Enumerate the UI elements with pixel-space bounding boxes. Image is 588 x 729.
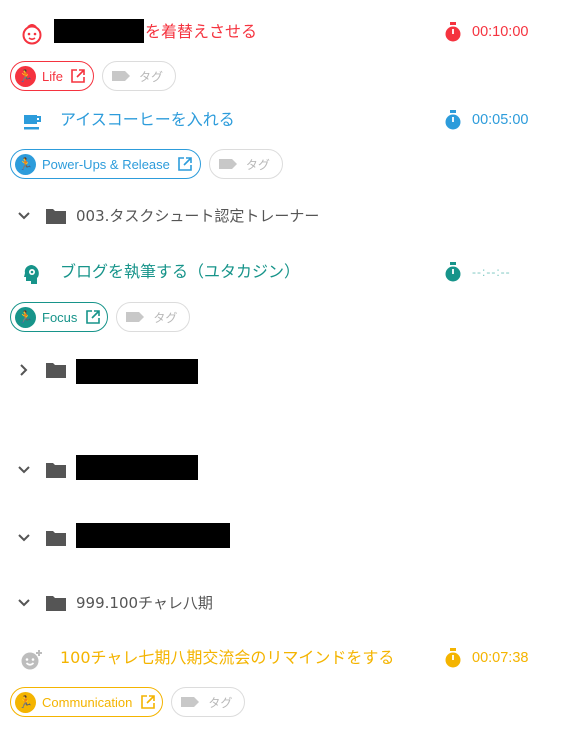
task-chip-row: 🏃 Focus タグ xyxy=(10,301,198,333)
task-timer[interactable]: 00:05:00 xyxy=(444,110,528,130)
task-title[interactable]: アイスコーヒーを入れる xyxy=(60,109,235,131)
folder-icon xyxy=(46,531,66,546)
folder-row[interactable]: 003.タスクシュート認定トレーナー xyxy=(0,200,588,232)
tag-placeholder: タグ xyxy=(245,157,270,172)
timer-value: 00:10:00 xyxy=(472,24,529,40)
redacted-block xyxy=(76,455,198,480)
project-chip[interactable]: 🏃 Communication xyxy=(10,687,164,717)
chevron-down-icon[interactable] xyxy=(17,531,31,545)
task-row[interactable]: アイスコーヒーを入れる 00:05:00 xyxy=(0,106,588,138)
external-link-icon[interactable] xyxy=(84,309,101,326)
tag-chip[interactable]: タグ xyxy=(208,149,283,179)
tag-chip[interactable]: タグ xyxy=(116,302,191,332)
baby-face-icon xyxy=(18,20,46,48)
project-chip[interactable]: 🏃 Power-Ups & Release xyxy=(10,149,201,179)
tag-placeholder: タグ xyxy=(153,310,178,325)
task-timer[interactable]: --:--:-- xyxy=(444,262,511,282)
task-row[interactable]: を着替えさせる 00:10:00 xyxy=(0,18,588,50)
runner-icon: 🏃 xyxy=(15,65,36,87)
project-label: Life xyxy=(42,68,63,84)
folder-icon xyxy=(46,209,66,224)
folder-row[interactable] xyxy=(0,354,588,386)
runner-icon: 🏃 xyxy=(15,153,36,175)
stopwatch-icon xyxy=(445,22,461,42)
tag-placeholder: タグ xyxy=(208,695,233,710)
tag-icon xyxy=(111,71,130,81)
task-row[interactable]: 100チャレ七期八期交流会のリマインドをする 00:07:38 xyxy=(0,644,588,676)
runner-icon: 🏃 xyxy=(15,306,36,328)
task-row[interactable]: ブログを執筆する（ユタカジン） --:--:-- xyxy=(0,258,588,290)
folder-name[interactable]: 003.タスクシュート認定トレーナー xyxy=(76,206,319,226)
task-chip-row: 🏃 Life タグ xyxy=(10,60,184,92)
project-label: Communication xyxy=(42,694,133,710)
project-label: Power-Ups & Release xyxy=(42,156,170,172)
tag-placeholder: タグ xyxy=(138,69,163,84)
chevron-down-icon[interactable] xyxy=(17,463,31,477)
folder-row[interactable] xyxy=(0,452,588,484)
head-gear-icon xyxy=(18,260,46,288)
add-emoji-icon xyxy=(18,646,46,674)
task-title[interactable]: ブログを執筆する（ユタカジン） xyxy=(60,261,300,283)
redacted-block xyxy=(76,523,230,548)
external-link-icon[interactable] xyxy=(177,156,194,173)
task-timer[interactable]: 00:10:00 xyxy=(444,22,528,42)
timer-value: --:--:-- xyxy=(472,265,511,279)
folder-icon xyxy=(46,463,66,478)
timer-value: 00:05:00 xyxy=(472,112,529,128)
runner-icon: 🏃 xyxy=(15,691,36,713)
external-link-icon[interactable] xyxy=(70,68,87,85)
folder-icon xyxy=(46,596,66,611)
task-title[interactable]: 100チャレ七期八期交流会のリマインドをする xyxy=(60,647,394,669)
redacted-block xyxy=(54,19,144,43)
chevron-down-icon[interactable] xyxy=(17,596,31,610)
tag-chip[interactable]: タグ xyxy=(101,61,176,91)
project-chip[interactable]: 🏃 Life xyxy=(10,61,94,91)
project-label: Focus xyxy=(42,309,78,325)
folder-row[interactable]: 999.100チャレ八期 xyxy=(0,585,588,617)
task-chip-row: 🏃 Communication タグ xyxy=(10,686,253,718)
tag-icon xyxy=(218,159,237,169)
stopwatch-icon xyxy=(445,648,461,668)
chevron-down-icon[interactable] xyxy=(17,209,31,223)
folder-name[interactable]: 999.100チャレ八期 xyxy=(76,593,213,613)
tag-chip[interactable]: タグ xyxy=(171,687,246,717)
project-chip[interactable]: 🏃 Focus xyxy=(10,302,109,332)
redacted-block xyxy=(76,359,198,384)
task-chip-row: 🏃 Power-Ups & Release タグ xyxy=(10,148,291,180)
task-timer[interactable]: 00:07:38 xyxy=(444,648,528,668)
timer-value: 00:07:38 xyxy=(472,650,529,666)
folder-row[interactable] xyxy=(0,520,588,552)
external-link-icon[interactable] xyxy=(139,694,156,711)
stopwatch-icon xyxy=(445,262,461,282)
tag-icon xyxy=(126,312,145,322)
task-title[interactable]: を着替えさせる xyxy=(145,21,257,43)
stopwatch-icon xyxy=(445,110,461,130)
tag-icon xyxy=(181,697,200,707)
chevron-right-icon[interactable] xyxy=(17,363,31,377)
folder-icon xyxy=(46,363,66,378)
coffee-cup-icon xyxy=(18,108,46,136)
